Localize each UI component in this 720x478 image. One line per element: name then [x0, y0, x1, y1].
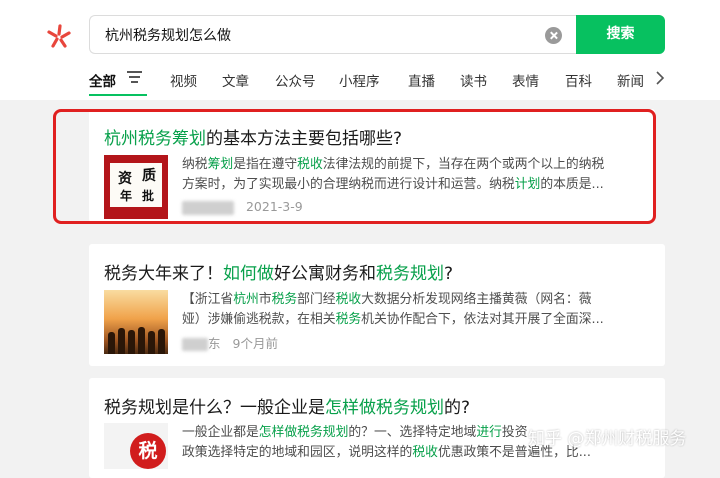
result-thumbnail[interactable]	[104, 290, 168, 354]
result-time: 9个月前	[232, 336, 278, 351]
search-input[interactable]: 杭州税务规划怎么做	[89, 15, 576, 54]
blurred-source	[182, 338, 208, 351]
tab-reading[interactable]: 读书	[460, 70, 487, 90]
tab-article[interactable]: 文章	[222, 70, 249, 90]
tab-stickers[interactable]: 表情	[512, 70, 539, 90]
search-button[interactable]: 搜索	[576, 15, 665, 54]
tab-video[interactable]: 视频	[170, 70, 197, 90]
tab-encyclopedia[interactable]: 百科	[565, 70, 592, 90]
chevron-right-icon[interactable]	[652, 70, 668, 86]
active-tab-indicator	[89, 94, 147, 96]
tab-mini-program[interactable]: 小程序	[339, 70, 380, 90]
tab-live[interactable]: 直播	[408, 70, 435, 90]
tab-official-account[interactable]: 公众号	[275, 70, 316, 90]
clear-icon[interactable]	[545, 27, 562, 44]
result-title[interactable]: 税务规划是什么？一般企业是怎样做税务规划的?	[104, 393, 470, 418]
watermark: 知乎 @郑州财税服务	[528, 429, 687, 449]
annotation-box	[53, 109, 656, 224]
result-title[interactable]: 税务大年来了！如何做好公寓财务和税务规划?	[104, 259, 453, 284]
tab-news[interactable]: 新闻	[617, 70, 645, 90]
result-thumbnail[interactable]: 税	[104, 423, 168, 469]
result-meta: 东 9个月前	[182, 333, 278, 352]
tax-seal-image: 税	[130, 433, 166, 469]
result-snippet: 【浙江省杭州市税务部门经税收大数据分析发现网络主播黄薇（网名：薇 娅）涉嫌偷逃税…	[182, 292, 604, 327]
tab-all[interactable]: 全部	[89, 70, 116, 90]
search-query[interactable]: 杭州税务规划怎么做	[105, 25, 231, 45]
app-logo-icon[interactable]	[44, 22, 74, 50]
filter-icon[interactable]	[127, 71, 142, 83]
